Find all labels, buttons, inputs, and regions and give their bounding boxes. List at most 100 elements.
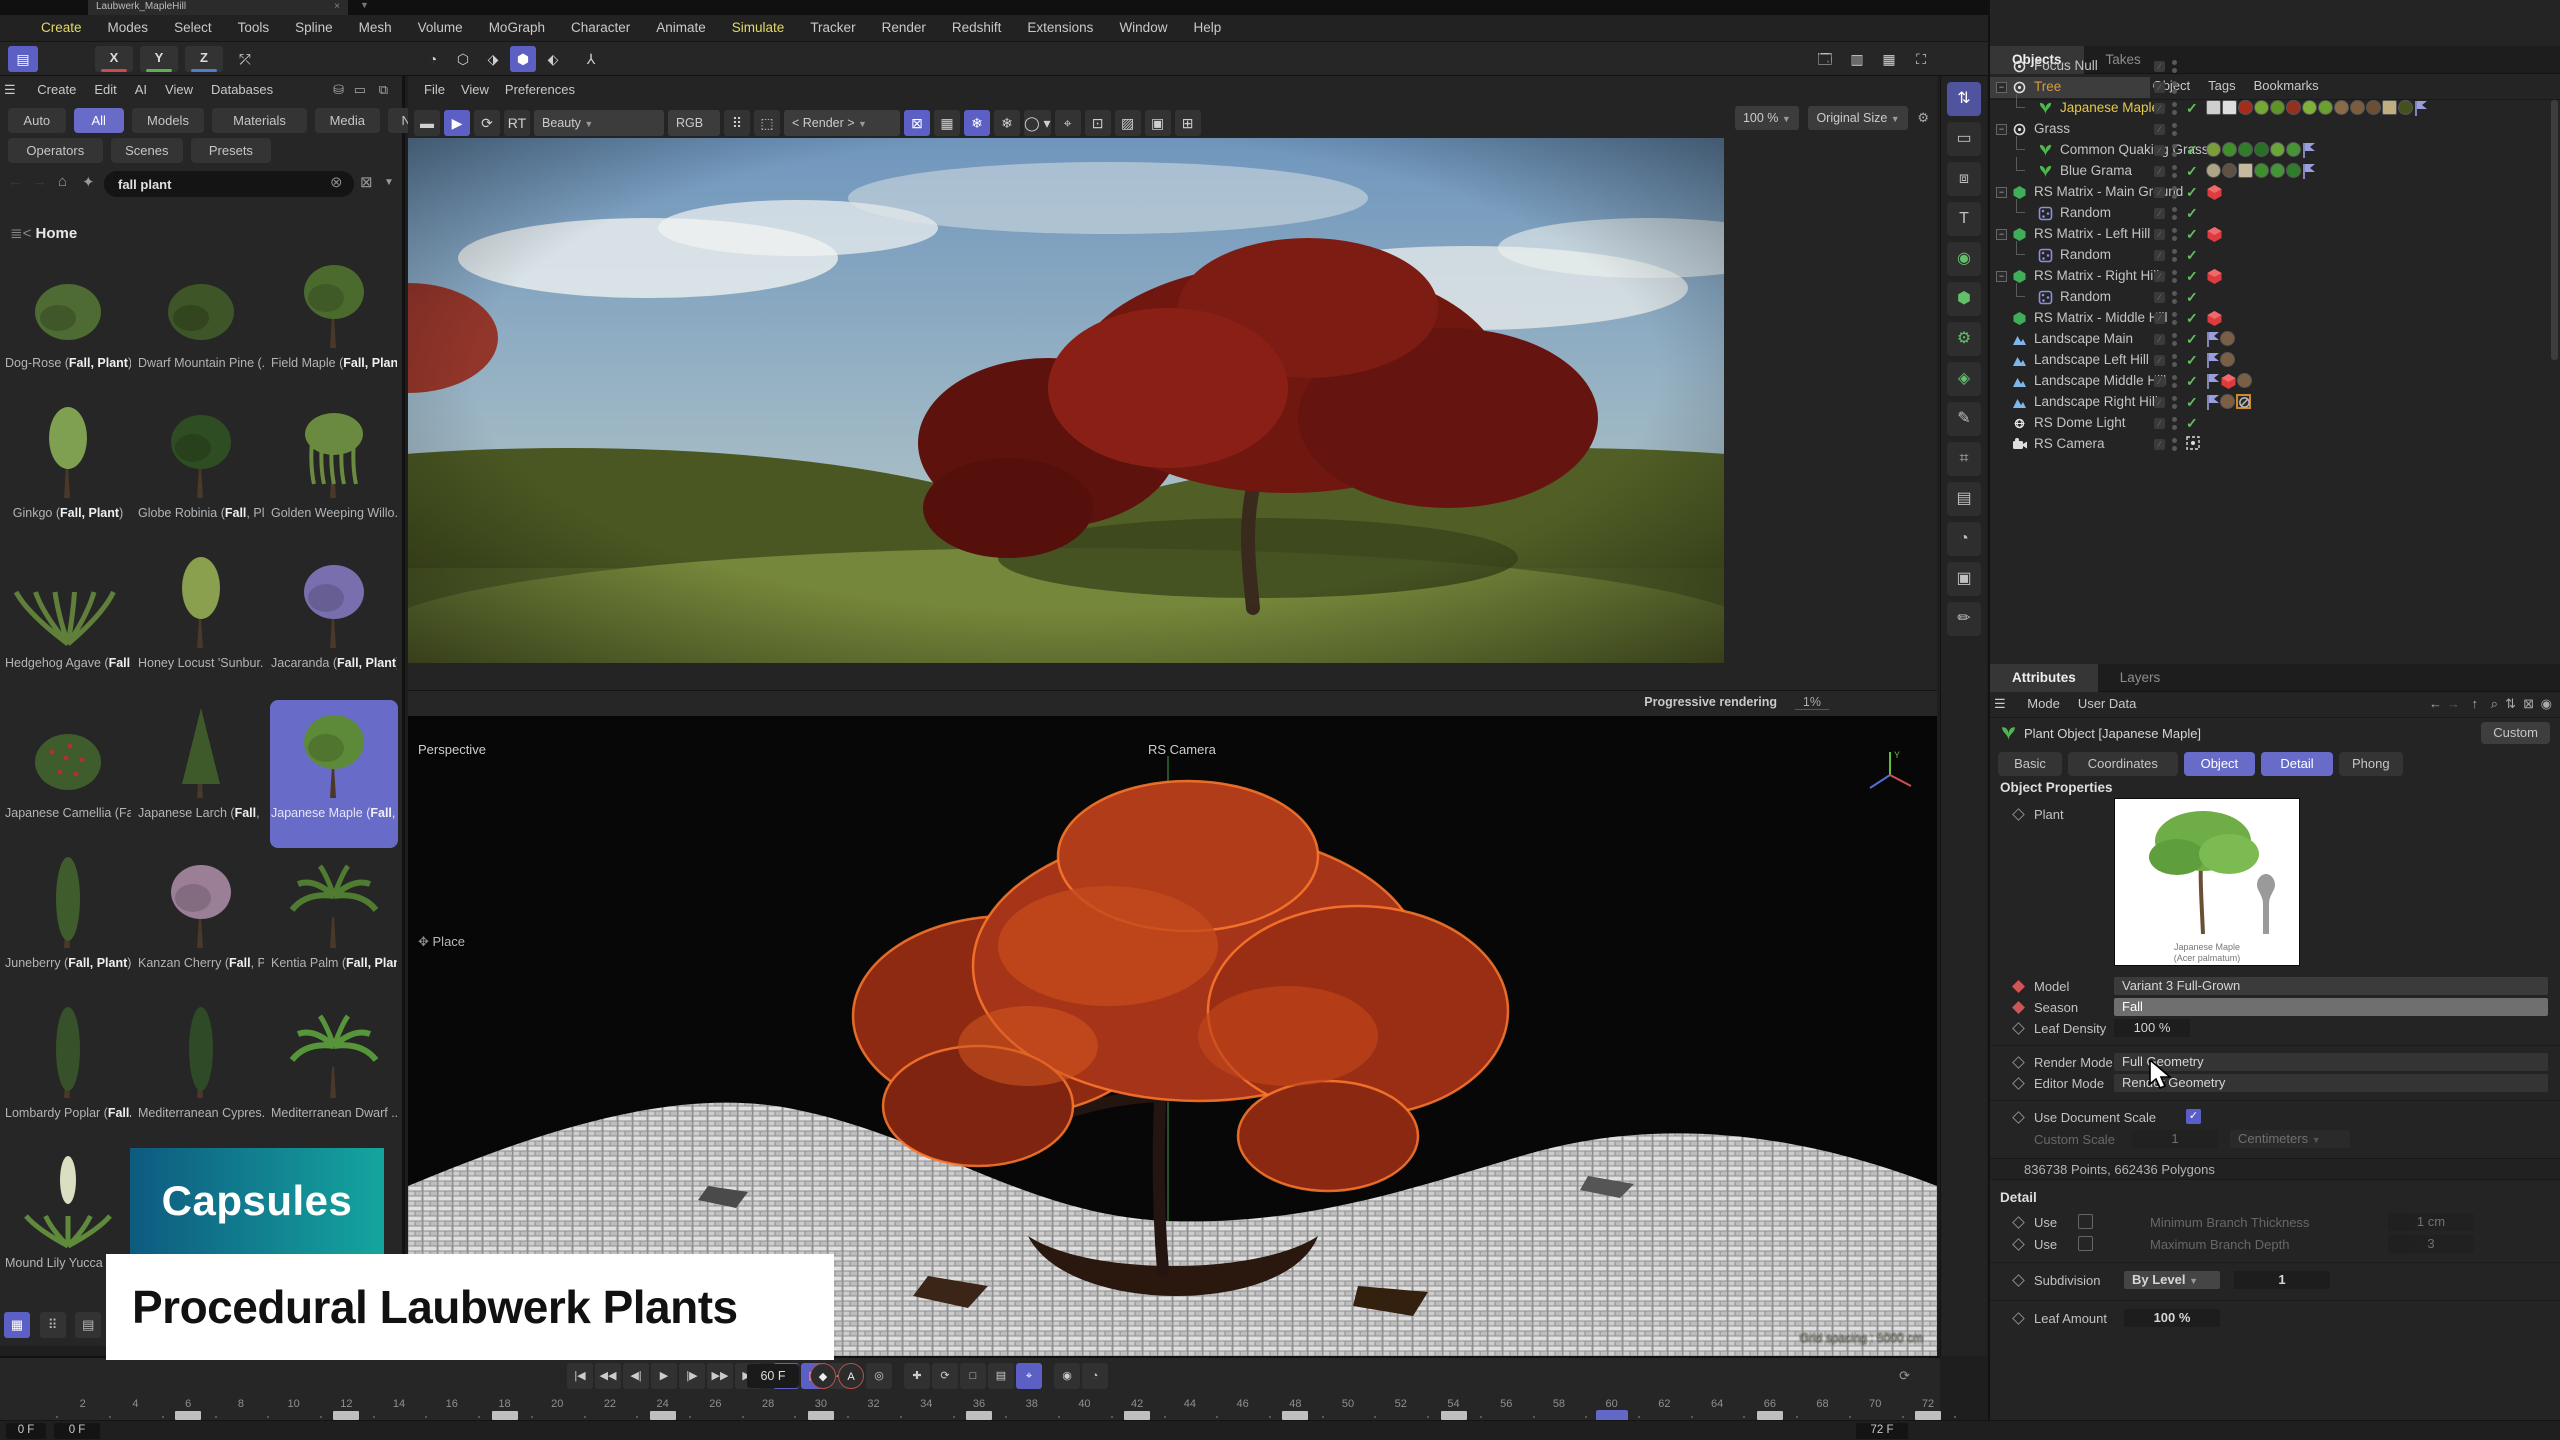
coordinate-system-icon[interactable]: ⤱ xyxy=(232,46,258,72)
use-doc-scale-diamond-icon[interactable] xyxy=(2012,1111,2025,1124)
material-chip[interactable] xyxy=(2222,142,2237,157)
subdivision-diamond-icon[interactable] xyxy=(2012,1274,2025,1287)
tab-attributes[interactable]: Attributes xyxy=(1990,664,2098,692)
layer-chip[interactable]: ∕ xyxy=(2154,145,2165,156)
enabled-check-icon[interactable]: ✓ xyxy=(2186,226,2198,243)
autokey-toggle[interactable]: A xyxy=(838,1363,864,1389)
range-end-field[interactable]: 72 F xyxy=(1856,1423,1908,1439)
object-row-random[interactable]: Random∕✓ xyxy=(1990,287,2560,308)
menu-volume[interactable]: Volume xyxy=(405,15,476,35)
layer-chip[interactable]: ∕ xyxy=(2154,439,2165,450)
material-chip[interactable] xyxy=(2220,331,2235,346)
use-min-diamond-icon[interactable] xyxy=(2012,1216,2025,1229)
move-tool-icon[interactable]: ⇅ xyxy=(1947,82,1981,116)
layer-chip[interactable]: ∕ xyxy=(2154,103,2165,114)
annotate-tool-icon[interactable]: ✏ xyxy=(1947,602,1981,636)
object-row-common-quaking-grass[interactable]: Common Quaking Grass∕✓ xyxy=(1990,140,2560,161)
search-input[interactable] xyxy=(104,171,354,197)
layer-chip[interactable]: ∕ xyxy=(2154,313,2165,324)
filter-tab-operators[interactable]: Operators xyxy=(8,138,103,163)
home-icon[interactable]: ⌂ xyxy=(58,173,67,190)
motion-system-button[interactable]: ◉ xyxy=(1054,1363,1080,1389)
collapse-toggle[interactable]: − xyxy=(1996,187,2007,198)
visibility-dots[interactable] xyxy=(2172,375,2177,391)
current-frame-field[interactable]: 60 F xyxy=(747,1364,799,1388)
plant-preview-thumbnail[interactable]: Japanese Maple (Acer palmatum) xyxy=(2114,798,2300,966)
asset-item-japanese-camellia[interactable]: Japanese Camellia (Fal... xyxy=(4,700,132,848)
next-key-button[interactable]: ▶▶ xyxy=(707,1363,733,1389)
z-axis-button[interactable]: Z xyxy=(185,46,223,72)
redshift-tag-icon[interactable] xyxy=(2206,184,2223,199)
use-max-diamond-icon[interactable] xyxy=(2012,1238,2025,1251)
place-tool-label[interactable]: ✥ Place xyxy=(418,934,465,950)
custom-scale-unit-dropdown[interactable]: Centimeters ▼ xyxy=(2230,1130,2350,1148)
menu-redshift[interactable]: Redshift xyxy=(939,15,1015,35)
custom-button[interactable]: Custom xyxy=(2481,722,2550,744)
lock-icon[interactable]: ⊠ xyxy=(904,110,930,136)
object-row-random[interactable]: Random∕✓ xyxy=(1990,203,2560,224)
viewport-label[interactable]: Perspective xyxy=(418,742,486,757)
visibility-dots[interactable] xyxy=(2172,81,2177,97)
render-view-icon[interactable]: 🗔 xyxy=(1812,46,1838,72)
render-mode-diamond-icon[interactable] xyxy=(2012,1056,2025,1069)
enabled-check-icon[interactable]: ✓ xyxy=(2186,142,2198,159)
ab-compare-icon[interactable]: ▨ xyxy=(1115,110,1141,136)
menu-animate[interactable]: Animate xyxy=(643,15,719,35)
visibility-dots[interactable] xyxy=(2172,270,2177,286)
crop-icon[interactable]: ⬚ xyxy=(754,110,780,136)
min-branch-field[interactable]: 1 cm xyxy=(2388,1213,2474,1231)
annotation-flag-icon[interactable] xyxy=(2302,163,2316,178)
timeline-marker[interactable] xyxy=(650,1411,676,1420)
attr-menu-user-data[interactable]: User Data xyxy=(2069,692,2146,711)
snapshot-icon[interactable]: ❄ xyxy=(964,110,990,136)
layer-chip[interactable]: ∕ xyxy=(2154,82,2165,93)
enabled-check-icon[interactable]: ✓ xyxy=(2186,415,2198,432)
material-chip[interactable] xyxy=(2222,100,2237,115)
key-parameter-toggle[interactable]: ▤ xyxy=(988,1363,1014,1389)
redshift-tag-icon[interactable] xyxy=(2206,268,2223,283)
leaf-density-diamond-icon[interactable] xyxy=(2012,1022,2025,1035)
material-chip[interactable] xyxy=(2382,100,2397,115)
material-chip[interactable] xyxy=(2286,163,2301,178)
zoom-level-dropdown[interactable]: 100 % ▼ xyxy=(1735,106,1799,130)
hamburger-icon[interactable]: ☰ xyxy=(1990,692,2015,712)
object-row-japanese-maple[interactable]: Japanese Maple∕✓ xyxy=(1990,98,2560,119)
snapshot-global-icon[interactable]: ❄ xyxy=(994,110,1020,136)
material-chip[interactable] xyxy=(2222,163,2237,178)
asset-menu-ai[interactable]: AI xyxy=(126,78,156,97)
menu-create[interactable]: Create xyxy=(28,15,95,35)
material-chip[interactable] xyxy=(2366,100,2381,115)
asset-item-field-maple[interactable]: Field Maple (Fall, Plant) xyxy=(270,250,398,398)
forward-arrow-icon[interactable]: → xyxy=(32,173,47,190)
text-tool-icon[interactable]: T xyxy=(1947,202,1981,236)
key-scale-toggle[interactable]: □ xyxy=(960,1363,986,1389)
object-row-rs-camera[interactable]: RS Camera∕ xyxy=(1990,434,2560,455)
material-chip[interactable] xyxy=(2302,100,2317,115)
render-menu-file[interactable]: File xyxy=(416,80,453,97)
collapse-toggle[interactable]: − xyxy=(1996,82,2007,93)
filter-lock-icon[interactable]: ⊠ xyxy=(360,173,373,191)
layer-chip[interactable]: ∕ xyxy=(2154,418,2165,429)
channel-dropdown[interactable]: RGB ▼ xyxy=(668,110,720,136)
add-image-icon[interactable]: ⊞ xyxy=(1175,110,1201,136)
enabled-check-icon[interactable]: ✓ xyxy=(2186,373,2198,390)
material-chip[interactable] xyxy=(2206,163,2221,178)
refresh-icon[interactable]: ⟳ xyxy=(474,110,500,136)
visibility-dots[interactable] xyxy=(2172,249,2177,265)
layer-chip[interactable]: ∕ xyxy=(2154,292,2165,303)
panel-view-icon[interactable]: ▭ xyxy=(354,82,366,98)
compass-tool-icon[interactable]: ◈ xyxy=(1947,362,1981,396)
menu-mesh[interactable]: Mesh xyxy=(346,15,405,35)
asset-menu-edit[interactable]: Edit xyxy=(85,78,125,97)
camera-tool-icon[interactable]: ▣ xyxy=(1947,562,1981,596)
menu-window[interactable]: Window xyxy=(1106,15,1180,35)
asset-item-ginkgo[interactable]: Ginkgo (Fall, Plant) xyxy=(4,400,132,548)
subdivision-mode-dropdown[interactable]: By Level ▼ xyxy=(2124,1271,2220,1289)
y-axis-button[interactable]: Y xyxy=(140,46,178,72)
menu-select[interactable]: Select xyxy=(161,15,225,35)
object-row-blue-grama[interactable]: Blue Grama∕✓ xyxy=(1990,161,2560,182)
visibility-dots[interactable] xyxy=(2172,102,2177,118)
material-chip[interactable] xyxy=(2206,100,2221,115)
material-chip[interactable] xyxy=(2238,142,2253,157)
prev-key-button[interactable]: ◀◀ xyxy=(595,1363,621,1389)
